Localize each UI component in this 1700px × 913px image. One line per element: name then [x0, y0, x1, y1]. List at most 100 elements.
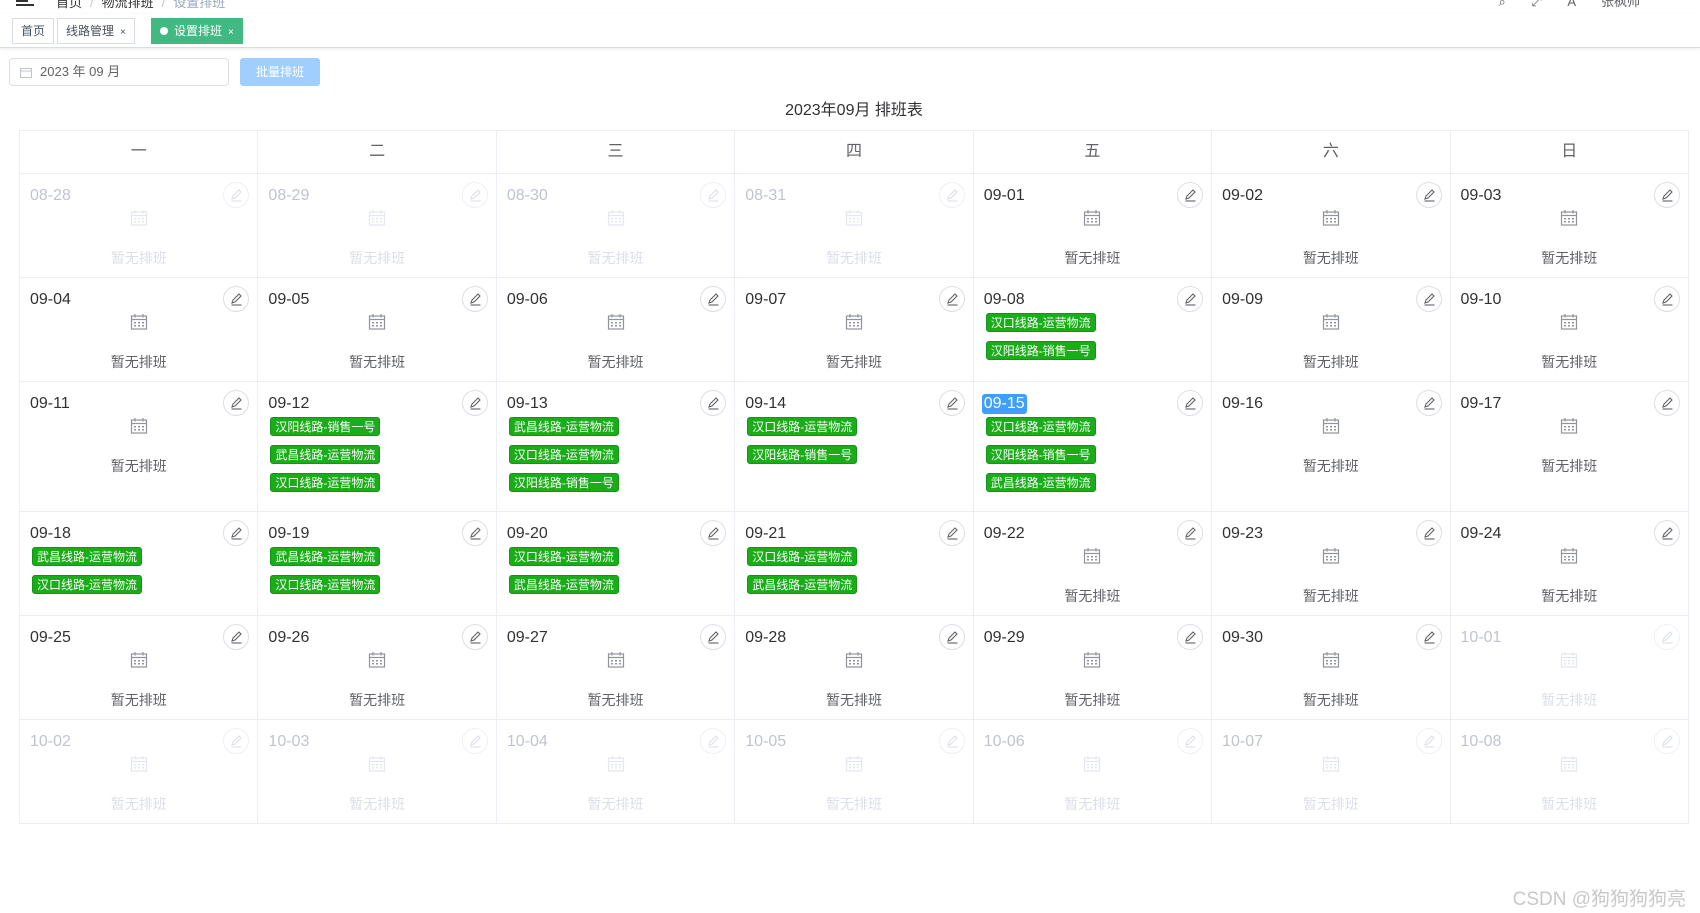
- calendar-day-cell[interactable]: 09-15 汉口线路-运营物流 汉阳线路-销售一号 武昌线路-运营物流: [974, 382, 1213, 511]
- calendar-day-cell[interactable]: 10-01 暂无排班: [1451, 616, 1689, 719]
- schedule-tag[interactable]: 武昌线路-运营物流: [32, 547, 142, 566]
- calendar-day-cell[interactable]: 10-03 暂无排班: [258, 720, 497, 823]
- calendar-day-cell[interactable]: 09-02 暂无排班: [1212, 174, 1451, 277]
- calendar-day-cell[interactable]: 10-02 暂无排班: [20, 720, 259, 823]
- schedule-tag[interactable]: 汉口线路-运营物流: [747, 547, 858, 566]
- calendar-day-cell[interactable]: 09-28 暂无排班: [735, 616, 974, 719]
- calendar-day-cell[interactable]: 09-06 暂无排班: [497, 278, 736, 381]
- schedule-tag[interactable]: 武昌线路-运营物流: [508, 417, 619, 436]
- calendar-day-cell[interactable]: 09-29 暂无排班: [974, 616, 1213, 719]
- calendar-day-cell[interactable]: 09-11 暂无排班: [20, 382, 259, 511]
- schedule-tag[interactable]: 汉口线路-运营物流: [985, 313, 1096, 332]
- calendar-day-cell[interactable]: 09-01 暂无排班: [974, 174, 1213, 277]
- edit-pen-icon[interactable]: [223, 728, 250, 754]
- schedule-tag[interactable]: 武昌线路-运营物流: [270, 445, 381, 464]
- schedule-tag[interactable]: 汉阳线路-销售一号: [508, 473, 619, 492]
- edit-pen-icon[interactable]: [223, 182, 250, 208]
- schedule-tag[interactable]: 武昌线路-运营物流: [508, 575, 619, 594]
- schedule-tag[interactable]: 武昌线路-运营物流: [985, 473, 1096, 492]
- schedule-tag[interactable]: 汉阳线路-销售一号: [985, 341, 1096, 360]
- schedule-tag[interactable]: 汉口线路-运营物流: [32, 575, 142, 594]
- search-icon[interactable]: ⌕: [1498, 0, 1505, 9]
- edit-pen-icon[interactable]: [461, 520, 488, 546]
- edit-pen-icon[interactable]: [461, 624, 488, 650]
- edit-pen-icon[interactable]: [938, 182, 965, 208]
- edit-pen-icon[interactable]: [1653, 624, 1680, 650]
- calendar-day-cell[interactable]: 09-09 暂无排班: [1212, 278, 1451, 381]
- edit-pen-icon[interactable]: [1415, 182, 1442, 208]
- schedule-tag[interactable]: 汉阳线路-销售一号: [985, 445, 1096, 464]
- calendar-day-cell[interactable]: 09-22 暂无排班: [974, 512, 1213, 615]
- tab-route-management[interactable]: 线路管理 ×: [57, 18, 135, 44]
- edit-pen-icon[interactable]: [1177, 624, 1204, 650]
- month-picker[interactable]: 2023 年 09 月: [9, 58, 229, 86]
- calendar-day-cell[interactable]: 09-21 汉口线路-运营物流 武昌线路-运营物流: [735, 512, 974, 615]
- calendar-day-cell[interactable]: 09-17 暂无排班: [1451, 382, 1689, 511]
- calendar-day-cell[interactable]: 09-12 汉阳线路-销售一号 武昌线路-运营物流 汉口线路-运营物流: [258, 382, 497, 511]
- calendar-day-cell[interactable]: 09-24 暂无排班: [1451, 512, 1689, 615]
- schedule-tag[interactable]: 汉阳线路-销售一号: [270, 417, 381, 436]
- edit-pen-icon[interactable]: [1415, 520, 1442, 546]
- edit-pen-icon[interactable]: [700, 182, 727, 208]
- calendar-day-cell[interactable]: 10-07 暂无排班: [1212, 720, 1451, 823]
- edit-pen-icon[interactable]: [223, 286, 250, 312]
- schedule-tag[interactable]: 汉口线路-运营物流: [747, 417, 858, 436]
- edit-pen-icon[interactable]: [1415, 286, 1442, 312]
- calendar-day-cell[interactable]: 09-10 暂无排班: [1451, 278, 1689, 381]
- calendar-day-cell[interactable]: 08-29 暂无排班: [258, 174, 497, 277]
- batch-schedule-button[interactable]: 批量排班: [240, 58, 320, 86]
- breadcrumb-item-logistics[interactable]: 物流排班: [102, 0, 154, 10]
- edit-pen-icon[interactable]: [1177, 182, 1204, 208]
- edit-pen-icon[interactable]: [1415, 390, 1442, 416]
- calendar-day-cell[interactable]: 09-14 汉口线路-运营物流 汉阳线路-销售一号: [735, 382, 974, 511]
- edit-pen-icon[interactable]: [938, 286, 965, 312]
- calendar-day-cell[interactable]: 09-20 汉口线路-运营物流 武昌线路-运营物流: [497, 512, 736, 615]
- calendar-day-cell[interactable]: 10-04 暂无排班: [497, 720, 736, 823]
- edit-pen-icon[interactable]: [1177, 728, 1204, 754]
- edit-pen-icon[interactable]: [1177, 286, 1204, 312]
- edit-pen-icon[interactable]: [461, 286, 488, 312]
- fullscreen-icon[interactable]: ⤢: [1531, 0, 1541, 9]
- font-size-icon[interactable]: A: [1567, 0, 1575, 9]
- edit-pen-icon[interactable]: [700, 286, 727, 312]
- edit-pen-icon[interactable]: [1653, 728, 1680, 754]
- edit-pen-icon[interactable]: [700, 390, 727, 416]
- schedule-tag[interactable]: 武昌线路-运营物流: [747, 575, 858, 594]
- edit-pen-icon[interactable]: [461, 390, 488, 416]
- edit-pen-icon[interactable]: [938, 728, 965, 754]
- calendar-day-cell[interactable]: 09-04 暂无排班: [20, 278, 259, 381]
- edit-pen-icon[interactable]: [461, 728, 488, 754]
- calendar-day-cell[interactable]: 08-30 暂无排班: [497, 174, 736, 277]
- edit-pen-icon[interactable]: [700, 520, 727, 546]
- calendar-day-cell[interactable]: 09-27 暂无排班: [497, 616, 736, 719]
- calendar-day-cell[interactable]: 09-26 暂无排班: [258, 616, 497, 719]
- calendar-day-cell[interactable]: 09-25 暂无排班: [20, 616, 259, 719]
- edit-pen-icon[interactable]: [223, 624, 250, 650]
- close-icon[interactable]: ×: [228, 27, 234, 38]
- calendar-day-cell[interactable]: 09-16 暂无排班: [1212, 382, 1451, 511]
- edit-pen-icon[interactable]: [1177, 390, 1204, 416]
- schedule-tag[interactable]: 汉口线路-运营物流: [985, 417, 1096, 436]
- calendar-day-cell[interactable]: 09-13 武昌线路-运营物流 汉口线路-运营物流 汉阳线路-销售一号: [497, 382, 736, 511]
- breadcrumb-item-home[interactable]: 首页: [56, 0, 82, 10]
- calendar-day-cell[interactable]: 09-08 汉口线路-运营物流 汉阳线路-销售一号: [974, 278, 1213, 381]
- schedule-tag[interactable]: 汉口线路-运营物流: [508, 445, 619, 464]
- schedule-tag[interactable]: 汉阳线路-销售一号: [747, 445, 858, 464]
- schedule-tag[interactable]: 汉口线路-运营物流: [270, 575, 381, 594]
- calendar-day-cell[interactable]: 09-07 暂无排班: [735, 278, 974, 381]
- edit-pen-icon[interactable]: [938, 624, 965, 650]
- hamburger-icon[interactable]: [16, 0, 34, 6]
- edit-pen-icon[interactable]: [938, 390, 965, 416]
- edit-pen-icon[interactable]: [223, 520, 250, 546]
- calendar-day-cell[interactable]: 10-06 暂无排班: [974, 720, 1213, 823]
- calendar-day-cell[interactable]: 08-31 暂无排班: [735, 174, 974, 277]
- edit-pen-icon[interactable]: [1415, 624, 1442, 650]
- calendar-day-cell[interactable]: 09-03 暂无排班: [1451, 174, 1689, 277]
- edit-pen-icon[interactable]: [1653, 520, 1680, 546]
- calendar-day-cell[interactable]: 08-28 暂无排班: [20, 174, 259, 277]
- calendar-day-cell[interactable]: 09-05 暂无排班: [258, 278, 497, 381]
- edit-pen-icon[interactable]: [700, 624, 727, 650]
- edit-pen-icon[interactable]: [1415, 728, 1442, 754]
- edit-pen-icon[interactable]: [223, 390, 250, 416]
- edit-pen-icon[interactable]: [1653, 182, 1680, 208]
